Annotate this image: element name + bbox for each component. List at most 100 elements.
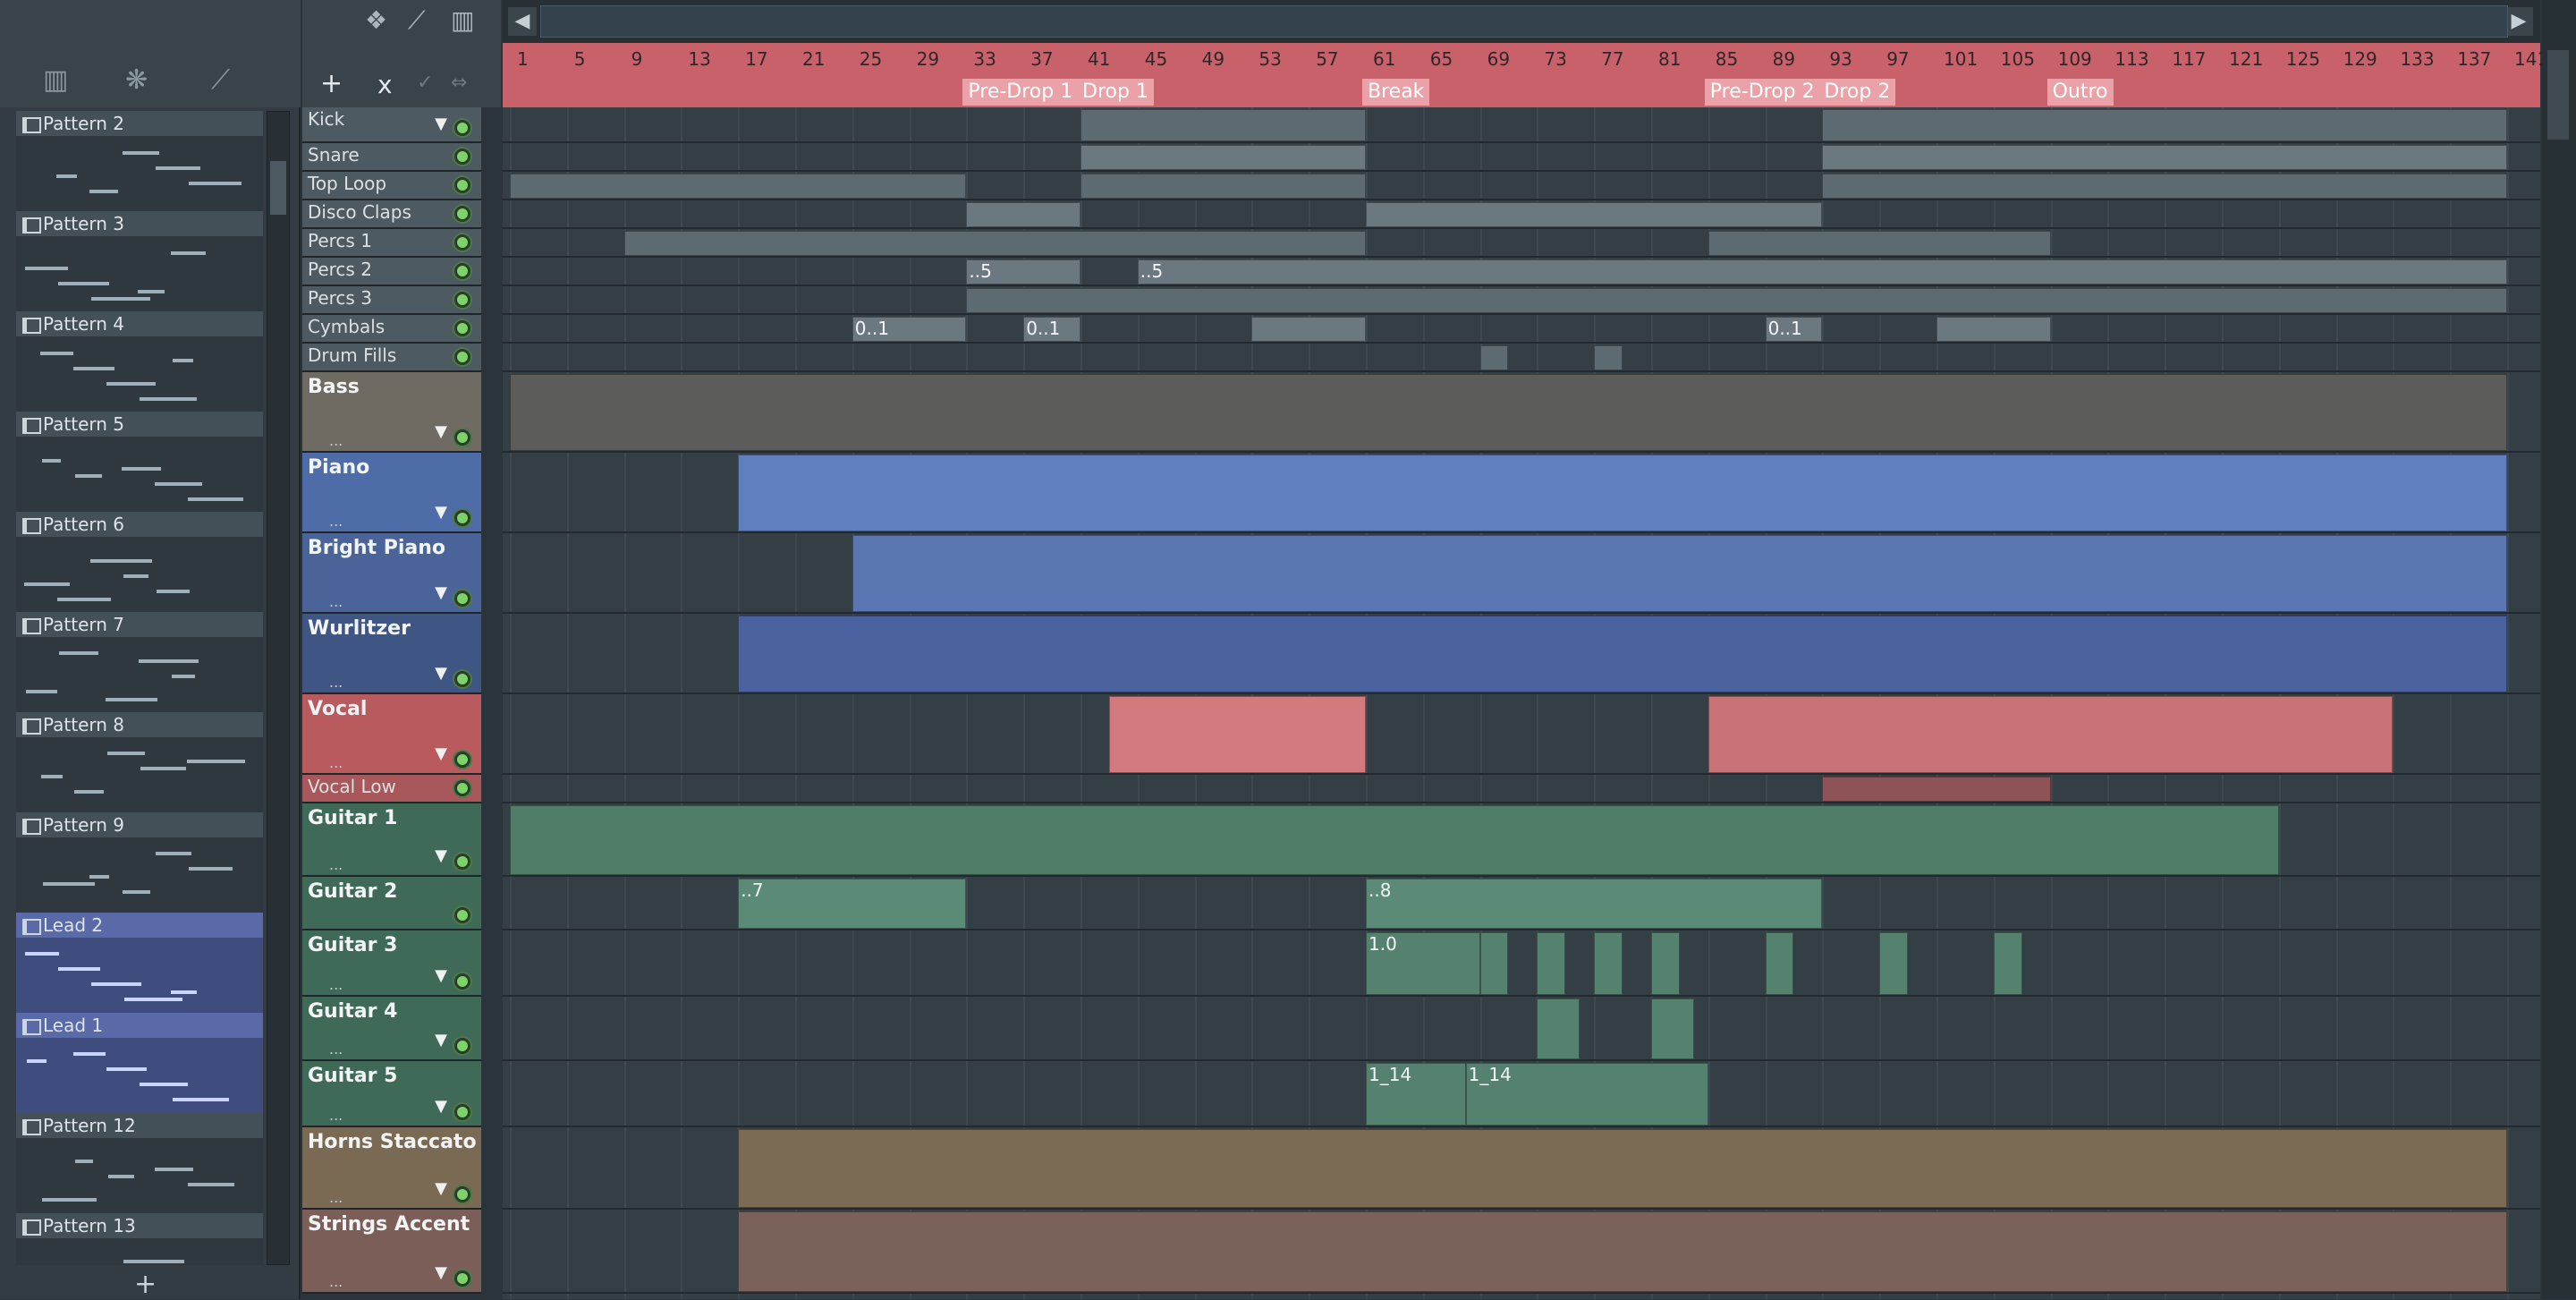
track-options-dots[interactable]: ... (329, 593, 343, 610)
pattern-clip[interactable] (1251, 317, 1366, 342)
track-header[interactable]: Guitar 3... ▼ (302, 930, 481, 997)
pattern-clip[interactable]: ..5 (1137, 259, 2507, 285)
track-mute-led-icon[interactable] (454, 263, 470, 279)
section-marker[interactable]: Pre-Drop 2 (1704, 79, 1820, 106)
track-options-dots[interactable]: ... (329, 1107, 343, 1124)
track-header[interactable]: Guitar 5... ▼ (302, 1061, 481, 1127)
track-dropdown-arrow-icon[interactable]: ▼ (435, 846, 447, 865)
automation-icon[interactable]: ⟋ (211, 64, 230, 96)
track-mute-led-icon[interactable] (454, 429, 470, 446)
picker-item[interactable]: Pattern 12 (16, 1113, 263, 1213)
pattern-mode-icon[interactable]: ▥ (451, 5, 474, 35)
pattern-clip[interactable] (1479, 932, 1509, 995)
track-lane[interactable] (503, 315, 2540, 344)
section-marker[interactable]: Break (1362, 79, 1430, 106)
pattern-clip[interactable] (1080, 145, 1366, 170)
track-header[interactable]: Guitar 4... ▼ (302, 997, 481, 1061)
track-mute-led-icon[interactable] (454, 591, 470, 607)
draw-mode-icon[interactable]: ❖ (365, 5, 387, 35)
track-header[interactable]: Guitar 2 (302, 877, 481, 930)
track-dropdown-arrow-icon[interactable]: ▼ (435, 583, 447, 602)
vertical-scrollbar[interactable] (2542, 0, 2576, 1299)
vertical-scroll-thumb[interactable] (2547, 50, 2569, 140)
pattern-clip[interactable]: 0..1 (1765, 317, 1823, 342)
track-dropdown-arrow-icon[interactable]: ▼ (435, 966, 447, 985)
picker-item[interactable]: Lead 1 (16, 1013, 263, 1113)
pattern-clip[interactable] (1080, 109, 1366, 141)
track-dropdown-arrow-icon[interactable]: ▼ (435, 422, 447, 441)
pattern-clip[interactable] (1993, 932, 2022, 995)
add-track-button[interactable]: + (320, 68, 343, 99)
track-header[interactable]: Piano... ▼ (302, 453, 481, 533)
track-lane[interactable] (503, 997, 2540, 1061)
track-options-dots[interactable]: ... (329, 1041, 343, 1058)
track-options-dots[interactable]: ... (329, 754, 343, 771)
track-options-dots[interactable]: ... (329, 674, 343, 691)
section-marker[interactable]: Drop 2 (1818, 79, 1896, 106)
track-mute-led-icon[interactable] (454, 149, 470, 165)
pattern-clip[interactable] (1822, 109, 2507, 141)
track-mute-led-icon[interactable] (454, 234, 470, 251)
track-header[interactable]: Horns Staccato... ▼ (302, 1127, 481, 1210)
pattern-clip[interactable] (1594, 345, 1623, 370)
pattern-clip[interactable] (1707, 231, 2051, 256)
track-mute-led-icon[interactable] (454, 854, 470, 870)
picker-item[interactable]: Pattern 7 (16, 612, 263, 712)
pattern-clip[interactable] (1537, 932, 1566, 995)
track-header[interactable]: Kick ▼ (302, 107, 481, 143)
track-mute-led-icon[interactable] (454, 120, 470, 136)
pattern-clip[interactable] (1822, 145, 2507, 170)
track-header[interactable]: Percs 1 (302, 229, 481, 258)
track-mute-led-icon[interactable] (454, 907, 470, 923)
pattern-clip[interactable]: ..5 (966, 259, 1080, 285)
picker-item[interactable]: Pattern 13 (16, 1213, 263, 1265)
track-mute-led-icon[interactable] (454, 510, 470, 526)
automation-mode-icon[interactable]: ⟋ (408, 5, 426, 36)
track-lane[interactable] (503, 775, 2540, 803)
pattern-clip[interactable] (1651, 998, 1694, 1059)
timeline-ruler[interactable]: 1 5 9 13 17 21 25 29 33 37 41 45 49 53 57 61 65 69 73 77 81 8… (503, 43, 2548, 107)
pattern-clip[interactable] (510, 374, 2507, 451)
track-header[interactable]: Bright Piano... ▼ (302, 533, 481, 614)
track-dropdown-arrow-icon[interactable]: ▼ (435, 1263, 447, 1282)
pattern-clip[interactable] (966, 288, 2507, 313)
pattern-clip[interactable] (1537, 998, 1580, 1059)
track-header[interactable]: Cymbals (302, 315, 481, 344)
piano-roll-icon[interactable]: ▥ (43, 64, 68, 96)
track-header[interactable]: Vocal Low (302, 775, 481, 803)
pattern-clip[interactable] (510, 174, 967, 199)
pattern-clip[interactable] (1080, 174, 1366, 199)
pattern-clip[interactable] (1651, 932, 1680, 995)
pattern-clip[interactable] (1479, 345, 1509, 370)
track-dropdown-arrow-icon[interactable]: ▼ (435, 503, 447, 522)
pattern-clip[interactable] (1707, 696, 2394, 773)
pattern-clip[interactable]: 0..1 (852, 317, 967, 342)
edit-icon[interactable]: ✓ (417, 72, 433, 94)
picker-item[interactable]: Pattern 3 (16, 211, 263, 311)
track-dropdown-arrow-icon[interactable]: ▼ (435, 1179, 447, 1198)
picker-scroll-thumb[interactable] (270, 161, 286, 215)
pattern-clip[interactable] (738, 616, 2507, 692)
playlist-lanes[interactable]: ..5 ..5 0..1 0..1 0..1 ..7 ..8 1.0 1_14 1_14 (503, 107, 2540, 1299)
track-header[interactable]: Guitar 1... ▼ (302, 803, 481, 877)
track-header[interactable]: Percs 2 (302, 258, 481, 286)
picker-item[interactable]: Pattern 2 (16, 111, 263, 211)
track-mute-led-icon[interactable] (454, 1270, 470, 1287)
track-options-dots[interactable]: ... (329, 1189, 343, 1206)
pattern-clip[interactable] (510, 805, 2279, 875)
track-dropdown-arrow-icon[interactable]: ▼ (435, 115, 447, 133)
picker-item[interactable]: Lead 2 (16, 913, 263, 1013)
song-overview-strip[interactable] (540, 5, 2508, 38)
track-options-dots[interactable]: ... (329, 432, 343, 449)
track-header[interactable]: Drum Fills (302, 344, 481, 372)
picker-item[interactable]: Pattern 4 (16, 311, 263, 412)
section-marker[interactable]: Pre-Drop 1 (962, 79, 1079, 106)
picker-item[interactable]: Pattern 8 (16, 712, 263, 812)
track-header[interactable]: Percs 3 (302, 286, 481, 315)
pattern-clip[interactable] (966, 202, 1080, 227)
track-options-dots[interactable]: ... (329, 856, 343, 873)
track-header[interactable]: Bass... ▼ (302, 372, 481, 453)
section-marker[interactable]: Drop 1 (1077, 79, 1154, 106)
pattern-clip[interactable] (852, 535, 2507, 612)
track-mute-led-icon[interactable] (454, 1104, 470, 1120)
